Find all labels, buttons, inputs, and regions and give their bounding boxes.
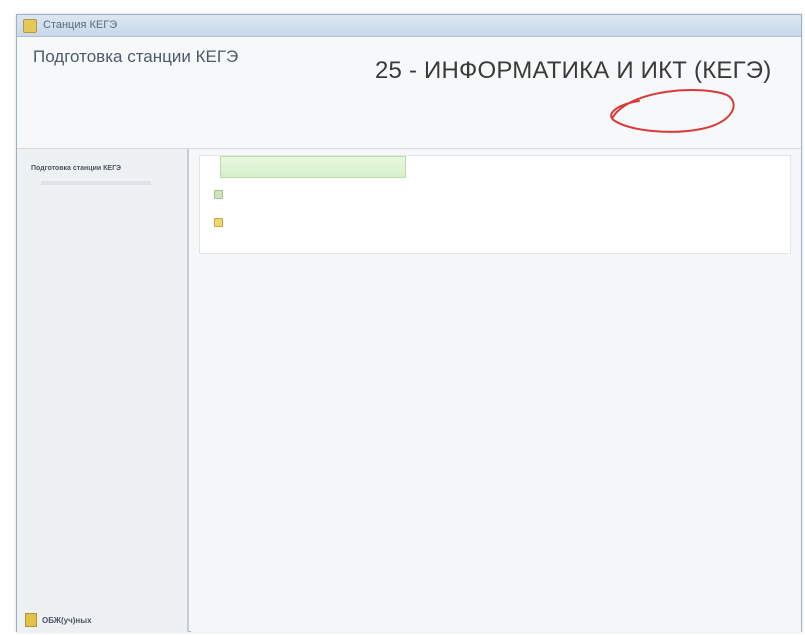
- window-titlebar[interactable]: Станция КЕГЭ: [17, 15, 801, 37]
- footer-icon: [25, 613, 37, 627]
- page-header: Подготовка станции КЕГЭ 25 - ИНФОРМАТИКА…: [17, 37, 801, 149]
- app-window: Станция КЕГЭ Подготовка станции КЕГЭ 25 …: [16, 14, 802, 632]
- app-icon: [23, 19, 37, 33]
- sidebar: Подготовка станции КЕГЭ ОБЖ(уч)ных: [17, 149, 189, 632]
- red-annotation-ellipse: [610, 89, 735, 133]
- sidebar-title: Подготовка станции КЕГЭ: [31, 165, 122, 172]
- start-test-button[interactable]: [220, 156, 406, 178]
- window-title: Станция КЕГЭ: [43, 19, 118, 31]
- main-content: [191, 149, 801, 632]
- warning-icon: [214, 218, 223, 227]
- messages-panel: [199, 155, 791, 254]
- info-icon: [214, 190, 223, 199]
- sidebar-footer[interactable]: ОБЖ(уч)ных: [25, 613, 92, 627]
- sidebar-footer-label: ОБЖ(уч)ных: [42, 615, 92, 625]
- sidebar-subtitle-placeholder: [41, 181, 151, 185]
- app-title: Подготовка станции КЕГЭ: [33, 47, 239, 66]
